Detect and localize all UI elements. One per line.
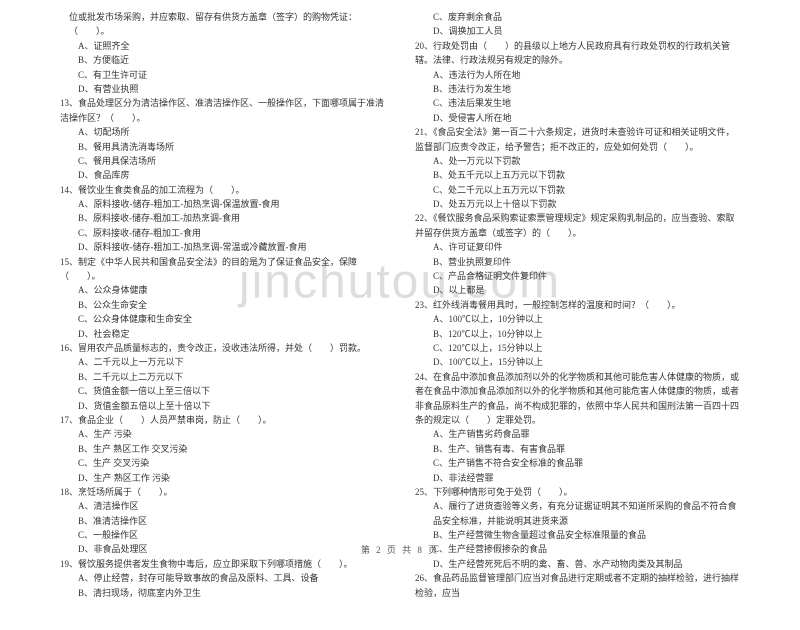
q15-opt-d: D、社会稳定 [78,327,385,341]
q22-opt-b: B、营业执照复印件 [433,255,740,269]
q14-opt-d: D、原料接收-储存-粗加工-加热烹调-常温或冷藏放置-食用 [78,240,385,254]
q16-stem: 16、冒用农产品质量标志的，责令改正，没收违法所得，并处（ ）罚款。 [60,341,385,355]
q13-opt-a: A、切配场所 [78,125,385,139]
q19-opt-c: C、废弃剩余食品 [433,10,740,24]
q24-opt-d: D、非法经营罪 [433,471,740,485]
q15-opt-a: A、公众身体健康 [78,283,385,297]
q21-opt-b: B、处五千元以上五万元以下罚款 [433,168,740,182]
q19-opt-d: D、调换加工人员 [433,24,740,38]
q23-opt-a: A、100℃以上，10分钟以上 [433,312,740,326]
q25-stem: 25、下列哪种情形可免于处罚（ ）。 [415,485,740,499]
q17-opt-a: A、生产 污染 [78,427,385,441]
q12-opt-d: D、有营业执照 [78,82,385,96]
page-content: 位或批发市场采购，并应索取、留存有供货方盖章（签字）的购物凭证：（ ）。 A、证… [0,0,800,630]
q22-opt-a: A、许可证复印件 [433,240,740,254]
q21-opt-c: C、处二千元以上五万元以下罚款 [433,183,740,197]
q16-opt-a: A、二千元以上一万元以下 [78,355,385,369]
q12-opt-c: C、有卫生许可证 [78,68,385,82]
q13-stem: 13、食品处理区分为清洁操作区、准清洁操作区、一般操作区，下面哪项属于准清洁操作… [60,96,385,125]
q22-stem: 22、《餐饮服务食品采购索证索票管理规定》规定采购乳制品的，应当查验、索取并留存… [415,211,740,240]
q24-opt-c: C、生产销售不符合安全标准的食品罪 [433,456,740,470]
q20-stem: 20、行政处罚由（ ）的县级以上地方人民政府具有行政处罚权的行政机关管辖。法律、… [415,39,740,68]
q18-opt-c: C、一般操作区 [78,528,385,542]
q20-opt-c: C、违法后果发生地 [433,96,740,110]
q14-opt-b: B、原料接收-储存-粗加工-加热烹调-食用 [78,211,385,225]
q25-opt-d: D、生产经营死死后不明的禽、畜、兽、水产动物肉类及其制品 [433,557,740,571]
q16-opt-b: B、二千元以上二万元以下 [78,370,385,384]
q14-opt-c: C、原料接收-储存-粗加工-食用 [78,226,385,240]
q19-opt-a: A、停止经营，封存可能导致事故的食品及原料、工具、设备 [78,571,385,585]
q20-opt-a: A、违法行为人所在地 [433,68,740,82]
q22-opt-c: C、产品合格证明文件复印件 [433,269,740,283]
q21-stem: 21、《食品安全法》第一百二十六条规定，进货时未查验许可证和相关证明文件，监督部… [415,125,740,154]
q17-opt-c: C、生产 交叉污染 [78,456,385,470]
q21-opt-d: D、处五万元以上十倍以下罚款 [433,197,740,211]
q17-opt-b: B、生产 熟区工作 交叉污染 [78,442,385,456]
q17-opt-d: D、生产 熟区工作 污染 [78,471,385,485]
q18-opt-b: B、准清洁操作区 [78,514,385,528]
q25-opt-a: A、履行了进货查验等义务，有充分证据证明其不知道所采购的食品不符合食品安全标准，… [433,499,740,528]
q23-opt-d: D、100℃以上，15分钟以上 [433,355,740,369]
q12-tail: 位或批发市场采购，并应索取、留存有供货方盖章（签字）的购物凭证：（ ）。 [69,10,385,39]
q13-opt-b: B、餐用具清洗消毒场所 [78,140,385,154]
q26-stem: 26、食品药品监督管理部门应当对食品进行定期或者不定期的抽样检验，进行抽样检验，… [415,571,740,600]
q19-stem: 19、餐饮服务提供者发生食物中毒后，应立即采取下列哪项措施（ ）。 [60,557,385,571]
q15-opt-c: C、公众身体健康和生命安全 [78,312,385,326]
q15-stem: 15、制定《中华人民共和国食品安全法》的目的是为了保证食品安全，保障（ ）。 [60,255,385,284]
q21-opt-a: A、处一万元以下罚款 [433,154,740,168]
q18-stem: 18、烹饪场所属于（ ）。 [60,485,385,499]
q16-opt-d: D、货值金额五倍以上至十倍以下 [78,399,385,413]
q19-opt-b: B、清扫现场，彻底室内外卫生 [78,586,385,600]
q25-opt-c: C、生产经营掺假掺杂的食品 [433,542,740,556]
right-column: C、废弃剩余食品 D、调换加工人员 20、行政处罚由（ ）的县级以上地方人民政府… [415,10,740,600]
q12-opt-a: A、证照齐全 [78,39,385,53]
q18-opt-a: A、清洁操作区 [78,499,385,513]
q14-stem: 14、餐饮业生食类食品的加工流程为（ ）。 [60,183,385,197]
q14-opt-a: A、原料接收-储存-粗加工-加热烹调-保温放置-食用 [78,197,385,211]
q24-opt-a: A、生产销售劣药食品罪 [433,427,740,441]
q20-opt-b: B、违法行为发生地 [433,82,740,96]
q16-opt-c: C、货值金额一倍以上至三倍以下 [78,384,385,398]
q20-opt-d: D、受侵害人所在地 [433,111,740,125]
left-column: 位或批发市场采购，并应索取、留存有供货方盖章（签字）的购物凭证：（ ）。 A、证… [60,10,385,600]
q13-opt-c: C、餐用具保洁场所 [78,154,385,168]
q23-stem: 23、红外线消毒餐用具时，一般控制怎样的温度和时间？（ ）。 [415,298,740,312]
q24-opt-b: B、生产、销售有毒、有害食品罪 [433,442,740,456]
q25-opt-b: B、生产经营微生物含量超过食品安全标准限量的食品 [433,528,740,542]
q13-opt-d: D、食品库房 [78,168,385,182]
q22-opt-d: D、以上都是 [433,283,740,297]
q18-opt-d: D、非食品处理区 [78,542,385,556]
q23-opt-c: C、120℃以上，15分钟以上 [433,341,740,355]
q17-stem: 17、食品企业（ ）人员严禁串岗，防止（ ）。 [60,413,385,427]
q15-opt-b: B、公众生命安全 [78,298,385,312]
q12-opt-b: B、方便临近 [78,53,385,67]
q24-stem: 24、在食品中添加食品添加剂以外的化学物质和其他可能危害人体健康的物质，或者在食… [415,370,740,428]
q23-opt-b: B、120℃以上，10分钟以上 [433,327,740,341]
